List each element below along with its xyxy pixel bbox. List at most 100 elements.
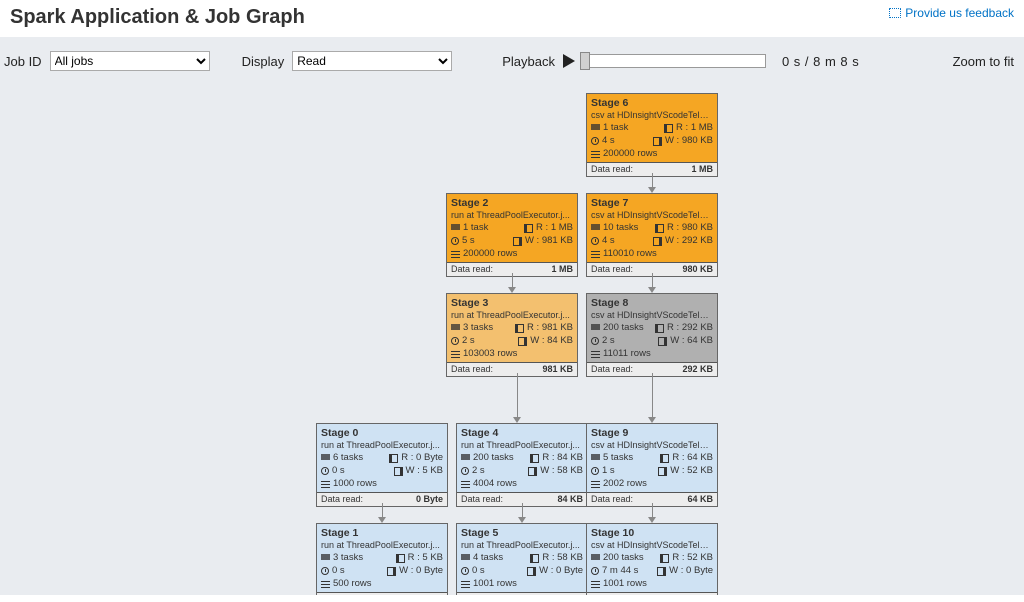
stage-node-s2[interactable]: Stage 2run at ThreadPoolExecutor.j...1 t… bbox=[446, 193, 578, 277]
read-icon bbox=[660, 554, 669, 563]
feedback-text: Provide us feedback bbox=[905, 6, 1014, 20]
rows-icon bbox=[591, 480, 600, 489]
edge bbox=[512, 273, 513, 288]
stage-node-s10[interactable]: Stage 10csv at HDInsightVScodeTelem...20… bbox=[586, 523, 718, 595]
toolbar: Job ID All jobs Display Read Playback 0 … bbox=[0, 37, 1024, 85]
arrow-down-icon bbox=[513, 417, 521, 423]
write-icon bbox=[394, 467, 403, 476]
stage-node-s4[interactable]: Stage 4run at ThreadPoolExecutor.j...200… bbox=[456, 423, 588, 507]
stage-footval: 64 KB bbox=[687, 494, 713, 505]
stage-write: W : 980 KB bbox=[665, 135, 713, 147]
arrow-down-icon bbox=[518, 517, 526, 523]
write-icon bbox=[657, 567, 666, 576]
edge bbox=[517, 373, 518, 418]
graph-canvas[interactable]: Stage 6csv at HDInsightVScodeTelem...1 t… bbox=[0, 85, 1024, 595]
stage-node-s7[interactable]: Stage 7csv at HDInsightVScodeTelem...10 … bbox=[586, 193, 718, 277]
stage-node-s9[interactable]: Stage 9csv at HDInsightVScodeTelem...5 t… bbox=[586, 423, 718, 507]
stage-rows: 110010 rows bbox=[603, 248, 657, 260]
stage-node-s3[interactable]: Stage 3run at ThreadPoolExecutor.j...3 t… bbox=[446, 293, 578, 377]
stage-title: Stage 8 bbox=[591, 297, 713, 310]
stage-rows: 2002 rows bbox=[603, 478, 647, 490]
stage-footer: Data read:52 KB bbox=[587, 592, 717, 595]
arrow-down-icon bbox=[648, 187, 656, 193]
read-icon bbox=[389, 454, 398, 463]
stage-subtitle: csv at HDInsightVScodeTelem... bbox=[591, 440, 713, 451]
stage-tasks: 4 tasks bbox=[473, 552, 503, 564]
jobid-label: Job ID bbox=[4, 54, 42, 69]
stage-node-s0[interactable]: Stage 0run at ThreadPoolExecutor.j...6 t… bbox=[316, 423, 448, 507]
tasks-icon bbox=[591, 324, 600, 333]
clock-icon bbox=[461, 467, 469, 475]
stage-tasks: 200 tasks bbox=[603, 322, 644, 334]
stage-tasks: 200 tasks bbox=[473, 452, 514, 464]
tasks-icon bbox=[591, 454, 600, 463]
zoom-to-fit[interactable]: Zoom to fit bbox=[953, 54, 1014, 69]
stage-rows: 1001 rows bbox=[473, 578, 517, 590]
stage-node-s1[interactable]: Stage 1run at ThreadPoolExecutor.j...3 t… bbox=[316, 523, 448, 595]
stage-read: R : 64 KB bbox=[672, 452, 713, 464]
display-select[interactable]: Read bbox=[292, 51, 452, 71]
arrow-down-icon bbox=[648, 287, 656, 293]
read-icon bbox=[524, 224, 533, 233]
playback-slider[interactable] bbox=[581, 54, 766, 68]
stage-subtitle: csv at HDInsightVScodeTelem... bbox=[591, 210, 713, 221]
clock-icon bbox=[591, 337, 599, 345]
stage-read: R : 1 MB bbox=[676, 122, 713, 134]
tasks-icon bbox=[461, 554, 470, 563]
clock-icon bbox=[591, 467, 599, 475]
stage-footval: 981 KB bbox=[542, 364, 573, 375]
slider-thumb[interactable] bbox=[580, 52, 590, 70]
feedback-link[interactable]: Provide us feedback bbox=[889, 6, 1014, 20]
clock-icon bbox=[591, 137, 599, 145]
stage-write: W : 5 KB bbox=[406, 465, 443, 477]
stage-rows: 200000 rows bbox=[603, 148, 657, 160]
tasks-icon bbox=[321, 554, 330, 563]
stage-tasks: 1 task bbox=[463, 222, 488, 234]
stage-title: Stage 1 bbox=[321, 527, 443, 540]
edge bbox=[652, 503, 653, 518]
stage-read: R : 980 KB bbox=[667, 222, 713, 234]
stage-title: Stage 4 bbox=[461, 427, 583, 440]
clock-icon bbox=[591, 237, 599, 245]
stage-node-s8[interactable]: Stage 8csv at HDInsightVScodeTelem...200… bbox=[586, 293, 718, 377]
stage-footval: 292 KB bbox=[682, 364, 713, 375]
write-icon bbox=[658, 467, 667, 476]
jobid-select[interactable]: All jobs bbox=[50, 51, 210, 71]
write-icon bbox=[387, 567, 396, 576]
stage-read: R : 292 KB bbox=[667, 322, 713, 334]
stage-footval: 0 Byte bbox=[416, 494, 443, 505]
edge bbox=[522, 503, 523, 518]
stage-tasks: 1 task bbox=[603, 122, 628, 134]
rows-icon bbox=[321, 480, 330, 489]
edge bbox=[652, 173, 653, 188]
display-label: Display bbox=[242, 54, 285, 69]
stage-title: Stage 0 bbox=[321, 427, 443, 440]
stage-write: W : 64 KB bbox=[670, 335, 713, 347]
stage-write: W : 0 Byte bbox=[669, 565, 713, 577]
play-icon[interactable] bbox=[563, 54, 575, 68]
stage-title: Stage 10 bbox=[591, 527, 713, 540]
tasks-icon bbox=[451, 324, 460, 333]
stage-node-s6[interactable]: Stage 6csv at HDInsightVScodeTelem...1 t… bbox=[586, 93, 718, 177]
stage-write: W : 981 KB bbox=[525, 235, 573, 247]
read-icon bbox=[515, 324, 524, 333]
stage-rows: 1001 rows bbox=[603, 578, 647, 590]
stage-read: R : 84 KB bbox=[542, 452, 583, 464]
write-icon bbox=[513, 237, 522, 246]
stage-footval: 52 KB bbox=[687, 594, 713, 595]
tasks-icon bbox=[591, 554, 600, 563]
tasks-icon bbox=[321, 454, 330, 463]
rows-icon bbox=[451, 250, 460, 259]
stage-footval: 84 KB bbox=[557, 494, 583, 505]
stage-node-s5[interactable]: Stage 5run at ThreadPoolExecutor.j...4 t… bbox=[456, 523, 588, 595]
playback-time: 0 s / 8 m 8 s bbox=[782, 54, 859, 69]
stage-subtitle: run at ThreadPoolExecutor.j... bbox=[451, 310, 573, 321]
stage-write: W : 58 KB bbox=[540, 465, 583, 477]
stage-subtitle: run at ThreadPoolExecutor.j... bbox=[451, 210, 573, 221]
rows-icon bbox=[591, 250, 600, 259]
stage-time: 5 s bbox=[462, 235, 475, 247]
stage-subtitle: csv at HDInsightVScodeTelem... bbox=[591, 310, 713, 321]
clock-icon bbox=[451, 237, 459, 245]
stage-time: 0 s bbox=[332, 565, 345, 577]
read-icon bbox=[396, 554, 405, 563]
